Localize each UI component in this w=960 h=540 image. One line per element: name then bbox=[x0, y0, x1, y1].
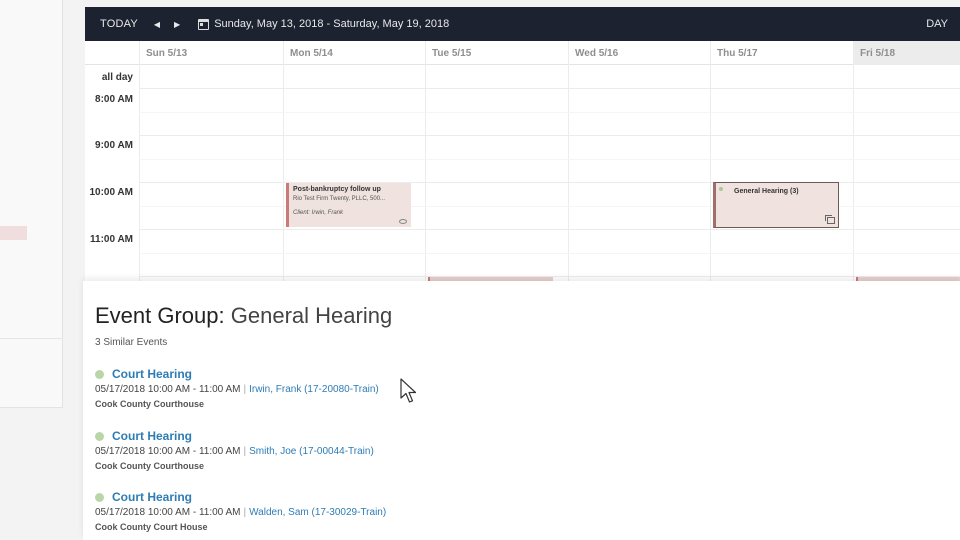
grid-line bbox=[710, 41, 711, 282]
status-dot-icon bbox=[95, 369, 104, 379]
grid-line bbox=[139, 112, 960, 113]
similar-events-count: 3 Similar Events bbox=[95, 337, 168, 348]
grid-line bbox=[139, 135, 960, 136]
event-subtitle: Rio Test Firm Twenty, PLLC, 500... bbox=[293, 196, 386, 202]
grid-line bbox=[853, 41, 854, 282]
event-name-link[interactable]: Court Hearing bbox=[112, 367, 192, 381]
event-location: Cook County Courthouse bbox=[95, 399, 204, 409]
grid-line bbox=[139, 159, 960, 160]
client-link[interactable]: Irwin, Frank (17-20080-Train) bbox=[249, 384, 379, 395]
time-label: 9:00 AM bbox=[95, 140, 133, 151]
column-header-fri[interactable]: Fri 5/18 bbox=[854, 41, 960, 65]
status-dot-icon bbox=[719, 187, 723, 191]
column-header-mon[interactable]: Mon 5/14 bbox=[284, 41, 426, 65]
calendar-toolbar: TODAY ◀ ▶ Sunday, May 13, 2018 - Saturda… bbox=[85, 7, 960, 41]
event-client: Client: Irwin, Frank bbox=[293, 210, 344, 216]
grid-line bbox=[139, 41, 140, 282]
grid-line bbox=[139, 229, 960, 230]
grid-line bbox=[139, 88, 960, 89]
list-item: Court Hearing 05/17/2018 10:00 AM - 11:0… bbox=[95, 367, 595, 409]
eye-icon bbox=[399, 219, 407, 224]
time-label: 11:00 AM bbox=[90, 234, 133, 245]
client-link[interactable]: Smith, Joe (17-00044-Train) bbox=[249, 446, 374, 457]
today-button[interactable]: TODAY bbox=[100, 18, 138, 30]
grid-line bbox=[568, 41, 569, 282]
event-title: Post-bankruptcy follow up bbox=[293, 186, 381, 193]
popup-title-value: General Hearing bbox=[230, 303, 393, 328]
caret-left-icon[interactable]: ◀ bbox=[154, 20, 160, 29]
calendar-event[interactable]: Post-bankruptcy follow up Rio Test Firm … bbox=[286, 183, 411, 227]
event-datetime: 05/17/2018 10:00 AM - 11:00 AM bbox=[95, 446, 241, 457]
all-day-label: all day bbox=[101, 72, 133, 83]
event-group-popup: Event Group: General Hearing 3 Similar E… bbox=[83, 281, 960, 540]
time-label: 8:00 AM bbox=[95, 94, 133, 105]
status-dot-icon bbox=[95, 431, 104, 441]
calendar-icon[interactable] bbox=[198, 18, 210, 30]
event-location: Cook County Court House bbox=[95, 522, 208, 532]
popup-title-label: Event Group: bbox=[95, 303, 225, 328]
calendar-event-group[interactable]: General Hearing (3) bbox=[713, 182, 839, 228]
popup-title: Event Group: General Hearing bbox=[95, 303, 392, 329]
day-view-button[interactable]: DAY bbox=[926, 18, 948, 30]
column-header-tue[interactable]: Tue 5/15 bbox=[426, 41, 569, 65]
separator: | bbox=[243, 446, 247, 457]
status-dot-icon bbox=[95, 492, 104, 502]
column-header-wed[interactable]: Wed 5/16 bbox=[569, 41, 711, 65]
selected-row-highlight bbox=[0, 226, 27, 240]
time-label: 10:00 AM bbox=[89, 187, 133, 198]
calendar-week-view: TODAY ◀ ▶ Sunday, May 13, 2018 - Saturda… bbox=[85, 7, 960, 282]
list-item: Court Hearing 05/17/2018 10:00 AM - 11:0… bbox=[95, 490, 595, 532]
grid-line bbox=[283, 41, 284, 282]
event-title: General Hearing (3) bbox=[734, 188, 799, 195]
mouse-pointer-icon bbox=[400, 378, 417, 403]
event-datetime: 05/17/2018 10:00 AM - 11:00 AM bbox=[95, 384, 241, 395]
event-name-link[interactable]: Court Hearing bbox=[112, 429, 192, 443]
client-link[interactable]: Walden, Sam (17-30029-Train) bbox=[249, 507, 386, 518]
grid-line bbox=[139, 253, 960, 254]
divider bbox=[0, 338, 63, 339]
event-location: Cook County Courthouse bbox=[95, 461, 204, 471]
grid-line bbox=[425, 41, 426, 282]
event-group-icon bbox=[825, 215, 835, 224]
separator: | bbox=[243, 507, 247, 518]
column-header-sun[interactable]: Sun 5/13 bbox=[140, 41, 284, 65]
day-header-row: Sun 5/13 Mon 5/14 Tue 5/15 Wed 5/16 Thu … bbox=[85, 41, 960, 65]
event-name-link[interactable]: Court Hearing bbox=[112, 490, 192, 504]
left-panel bbox=[0, 0, 63, 408]
separator: | bbox=[243, 384, 247, 395]
background-strip bbox=[63, 0, 85, 540]
column-header-thu[interactable]: Thu 5/17 bbox=[711, 41, 854, 65]
event-datetime: 05/17/2018 10:00 AM - 11:00 AM bbox=[95, 507, 241, 518]
caret-right-icon[interactable]: ▶ bbox=[174, 20, 180, 29]
list-item: Court Hearing 05/17/2018 10:00 AM - 11:0… bbox=[95, 429, 595, 471]
date-range-label: Sunday, May 13, 2018 - Saturday, May 19,… bbox=[214, 18, 450, 30]
